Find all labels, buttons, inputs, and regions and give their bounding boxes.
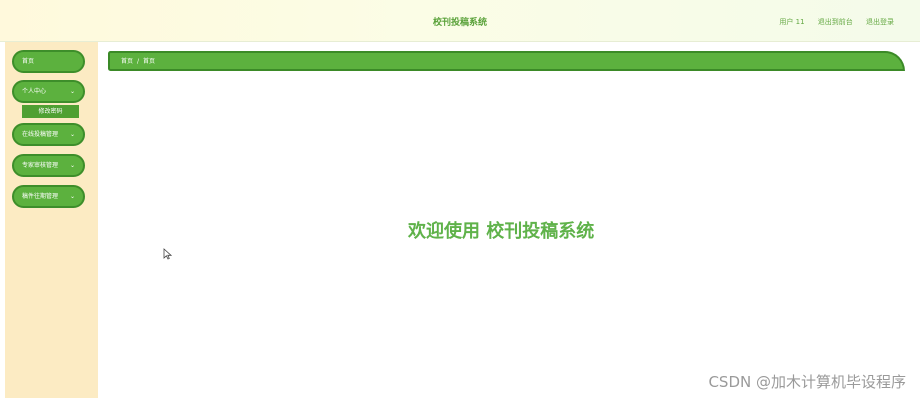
sidebar-item-home[interactable]: 首页 (12, 50, 85, 73)
logout-link[interactable]: 退出登录 (866, 18, 894, 26)
back-to-frontend-link[interactable]: 退出到前台 (818, 18, 853, 26)
breadcrumb-home-link[interactable]: 首页 (121, 58, 133, 65)
sidebar-item-label: 稿件往期管理 (22, 193, 59, 200)
user-name-link[interactable]: 用户 11 (779, 18, 804, 26)
chevron-down-icon: ⌄ (69, 88, 75, 95)
sidebar-item-expert-review[interactable]: 专家审核管理 ⌄ (12, 154, 85, 177)
sidebar-item-label: 个人中心 (22, 88, 47, 95)
chevron-down-icon: ⌄ (69, 131, 75, 138)
sidebar: 首页 个人中心 ⌄ 修改密码 在线投稿管理 ⌄ 专家审核管理 ⌄ 稿件往期管理 … (5, 42, 98, 398)
chevron-down-icon: ⌄ (69, 162, 75, 169)
sidebar-item-submission-management[interactable]: 在线投稿管理 ⌄ (12, 123, 85, 146)
sidebar-item-label: 首页 (22, 58, 35, 65)
watermark: CSDN @加木计算机毕设程序 (708, 373, 906, 391)
top-header: 校刊投稿系统 用户 11 退出到前台 退出登录 (0, 0, 920, 42)
chevron-down-icon: ⌄ (69, 193, 75, 200)
breadcrumb: 首页 / 首页 (108, 51, 905, 71)
sidebar-item-label: 在线投稿管理 (22, 131, 59, 138)
sidebar-item-personal-center[interactable]: 个人中心 ⌄ (12, 80, 85, 103)
page: 校刊投稿系统 用户 11 退出到前台 退出登录 首页 个人中心 ⌄ 修改密码 在… (0, 0, 920, 400)
submenu-item-change-password[interactable]: 修改密码 (22, 105, 79, 118)
welcome-heading: 欢迎使用 校刊投稿系统 (408, 221, 595, 242)
sidebar-item-past-issues[interactable]: 稿件往期管理 ⌄ (12, 185, 85, 208)
mouse-pointer-icon (163, 245, 173, 264)
breadcrumb-separator: / (137, 58, 140, 65)
sidebar-item-label: 专家审核管理 (22, 162, 59, 169)
header-links: 用户 11 退出到前台 退出登录 (768, 17, 894, 27)
breadcrumb-current: 首页 (143, 58, 156, 65)
